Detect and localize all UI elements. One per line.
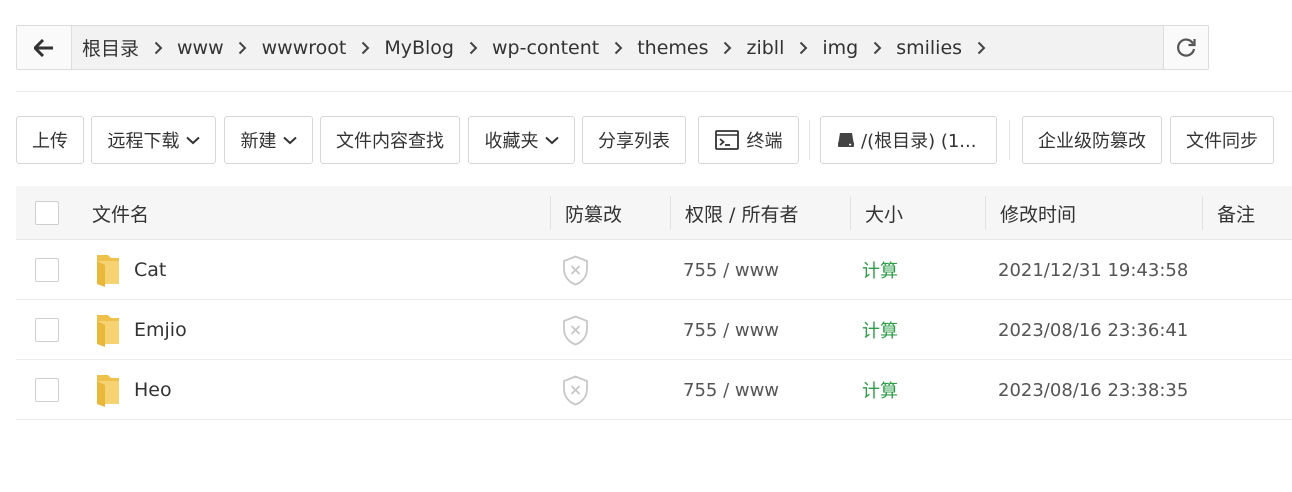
chevron-right-icon <box>599 41 637 55</box>
chevron-right-icon <box>139 41 177 55</box>
header-modified[interactable]: 修改时间 <box>1000 186 1076 240</box>
arrow-left-icon <box>34 38 53 57</box>
select-all-checkbox[interactable] <box>35 201 59 225</box>
terminal-icon <box>714 130 739 150</box>
column-divider <box>850 196 851 230</box>
chevron-down-icon <box>282 136 297 145</box>
modified-cell: 2021/12/31 19:43:58 <box>998 259 1189 281</box>
header-tamper: 防篡改 <box>565 203 623 226</box>
disk-selector-button[interactable]: /(根目录) (1... <box>820 116 997 164</box>
folder-icon <box>97 255 119 287</box>
chevron-right-icon <box>454 41 492 55</box>
divider <box>16 91 1292 92</box>
row-checkbox-cell <box>35 360 59 420</box>
calc-size-link[interactable]: 计算 <box>862 360 898 420</box>
refresh-button[interactable] <box>1163 26 1208 69</box>
file-name[interactable]: Heo <box>134 379 172 401</box>
modified-cell: 2023/08/16 23:38:35 <box>998 379 1189 401</box>
permission-cell[interactable]: 755 / www <box>683 300 779 360</box>
shield-x-icon[interactable] <box>562 315 589 346</box>
file-name[interactable]: Cat <box>134 259 166 281</box>
tamper-cell <box>562 300 589 360</box>
breadcrumb: 根目录 www wwwroot MyBlog wp-content themes… <box>72 26 1163 69</box>
chevron-down-icon <box>544 136 559 145</box>
row-checkbox-cell <box>35 240 59 300</box>
new-button[interactable]: 新建 <box>224 116 313 164</box>
table-header: 文件名 防篡改 权限 / 所有者 大小 修改时间 备注 <box>16 186 1292 240</box>
name-cell: Cat <box>96 240 166 300</box>
shield-x-icon[interactable] <box>562 375 589 406</box>
terminal-button[interactable]: 终端 <box>698 116 799 164</box>
crumb-root[interactable]: 根目录 <box>82 34 139 61</box>
crumb-www[interactable]: www <box>177 37 224 59</box>
tamper-proof-button[interactable]: 企业级防篡改 <box>1022 116 1162 164</box>
tamper-cell <box>562 360 589 420</box>
calc-size-link[interactable]: 计算 <box>862 300 898 360</box>
toolbar-divider <box>1009 120 1010 160</box>
favorites-button[interactable]: 收藏夹 <box>468 116 575 164</box>
column-divider <box>985 196 986 230</box>
toolbar-divider <box>809 120 810 160</box>
crumb-zibll[interactable]: zibll <box>746 37 784 59</box>
path-bar: 根目录 www wwwroot MyBlog wp-content themes… <box>16 25 1209 70</box>
refresh-icon <box>1177 38 1196 57</box>
file-table: 文件名 防篡改 权限 / 所有者 大小 修改时间 备注 Cat 755 / ww… <box>16 186 1292 420</box>
column-divider <box>670 196 671 230</box>
tamper-cell <box>562 240 589 300</box>
crumb-themes[interactable]: themes <box>637 37 708 59</box>
crumb-img[interactable]: img <box>822 37 858 59</box>
crumb-wwwroot[interactable]: wwwroot <box>262 37 347 59</box>
row-checkbox[interactable] <box>35 378 59 402</box>
modified-cell: 2023/08/16 23:36:41 <box>998 319 1189 341</box>
hard-drive-icon <box>838 133 854 147</box>
chevron-right-icon <box>962 41 1000 55</box>
column-divider <box>1202 196 1203 230</box>
select-all-cell <box>35 186 59 240</box>
header-permission: 权限 / 所有者 <box>685 203 799 226</box>
name-cell: Emjio <box>96 300 187 360</box>
calc-size-link[interactable]: 计算 <box>862 240 898 300</box>
toolbar: 上传 远程下载 新建 文件内容查找 收藏夹 分享列表 终端 /(根目录) (1.… <box>0 116 1292 164</box>
remote-download-button[interactable]: 远程下载 <box>91 116 216 164</box>
chevron-right-icon <box>784 41 822 55</box>
back-button[interactable] <box>17 26 72 69</box>
crumb-smilies[interactable]: smilies <box>896 37 962 59</box>
header-name[interactable]: 文件名 <box>92 186 149 240</box>
chevron-right-icon <box>708 41 746 55</box>
upload-button[interactable]: 上传 <box>16 116 84 164</box>
header-size[interactable]: 大小 <box>865 186 903 240</box>
chevron-right-icon <box>346 41 384 55</box>
shield-x-icon[interactable] <box>562 255 589 286</box>
table-row[interactable]: Heo 755 / www 计算 2023/08/16 23:38:35 <box>16 360 1292 420</box>
permission-cell[interactable]: 755 / www <box>683 240 779 300</box>
chevron-down-icon <box>185 136 200 145</box>
table-row[interactable]: Cat 755 / www 计算 2021/12/31 19:43:58 <box>16 240 1292 300</box>
chevron-right-icon <box>858 41 896 55</box>
column-divider <box>550 196 551 230</box>
row-checkbox-cell <box>35 300 59 360</box>
folder-icon <box>97 375 119 407</box>
folder-icon <box>97 315 119 347</box>
header-note: 备注 <box>1217 203 1256 226</box>
file-sync-button[interactable]: 文件同步 <box>1170 116 1274 164</box>
content-search-button[interactable]: 文件内容查找 <box>320 116 460 164</box>
name-cell: Heo <box>96 360 172 420</box>
share-list-button[interactable]: 分享列表 <box>582 116 686 164</box>
crumb-myblog[interactable]: MyBlog <box>384 37 454 59</box>
chevron-right-icon <box>224 41 262 55</box>
file-name[interactable]: Emjio <box>134 319 187 341</box>
row-checkbox[interactable] <box>35 258 59 282</box>
row-checkbox[interactable] <box>35 318 59 342</box>
table-row[interactable]: Emjio 755 / www 计算 2023/08/16 23:36:41 <box>16 300 1292 360</box>
permission-cell[interactable]: 755 / www <box>683 360 779 420</box>
crumb-wp-content[interactable]: wp-content <box>492 37 599 59</box>
